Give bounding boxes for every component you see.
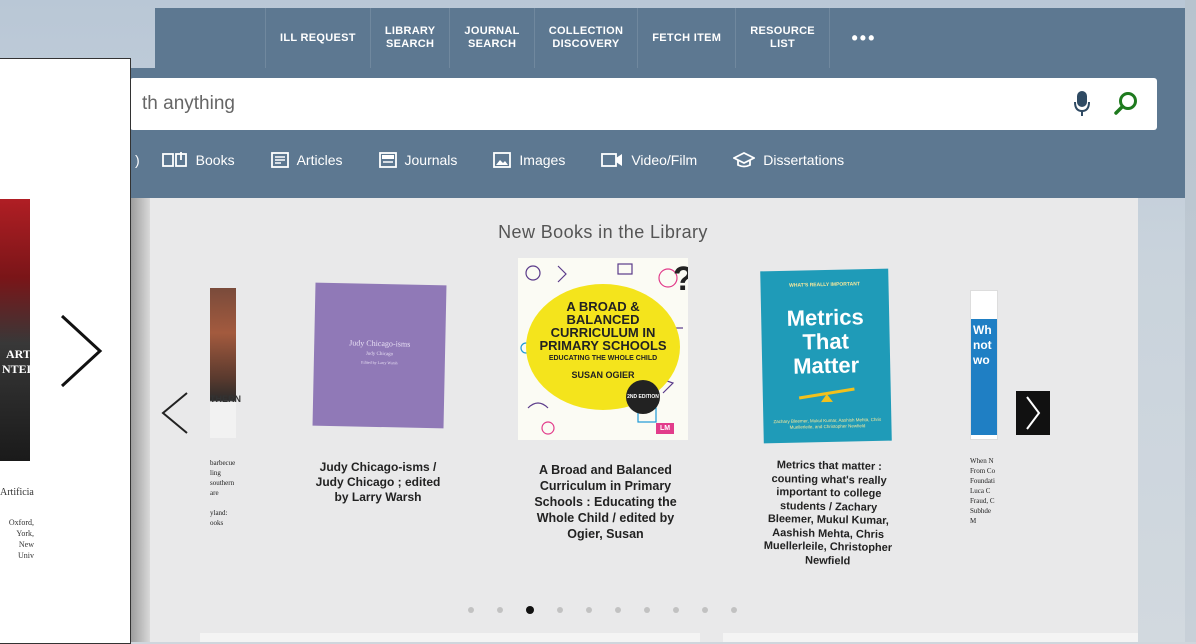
overlay-shadow <box>130 198 150 642</box>
filter-articles[interactable]: Articles <box>270 152 343 168</box>
overlay-cover-text-2: NTEL <box>2 362 35 376</box>
filter-images[interactable]: Images <box>493 152 565 168</box>
partial-cover-text: Wh not wo <box>973 323 992 367</box>
chevron-right-icon <box>1026 396 1041 430</box>
nav-library-search[interactable]: LIBRARY SEARCH <box>369 8 450 68</box>
overlay-next-button[interactable] <box>58 314 104 393</box>
carousel-dot[interactable] <box>673 607 679 613</box>
nav-collection-discovery[interactable]: COLLECTION DISCOVERY <box>533 8 638 68</box>
cover-author: Judy Chicago <box>365 351 394 358</box>
nav-more-button[interactable]: ••• <box>828 8 898 68</box>
cover-subtitle: EDUCATING THE WHOLE CHILD <box>548 355 658 362</box>
carousel-dot[interactable] <box>468 607 474 613</box>
partial-cover-text: THERN <box>210 394 241 404</box>
filter-video-film[interactable]: Video/Film <box>601 152 697 168</box>
filter-label: Video/Film <box>631 152 698 168</box>
partial-book-cover-right[interactable]: Wh not wo <box>970 290 998 440</box>
section-title: New Books in the Library <box>498 222 708 242</box>
image-icon <box>493 152 512 168</box>
chevron-left-icon <box>161 392 188 434</box>
window-edge <box>1185 0 1196 642</box>
book-caption-judy-chicago[interactable]: Judy Chicago-isms / Judy Chicago ; edite… <box>308 460 448 505</box>
carousel-dot[interactable] <box>702 607 708 613</box>
cover-top-text: WHAT'S REALLY IMPORTANT <box>789 281 860 289</box>
search-box[interactable]: th anything <box>130 78 1157 130</box>
cover-title: Metrics That Matter <box>786 304 864 379</box>
book-icon <box>161 152 187 167</box>
book-cover-metrics-that-matter[interactable]: WHAT'S REALLY IMPORTANT Metrics That Mat… <box>760 268 892 444</box>
cover-editor: Edited by Larry Warsh <box>361 359 398 366</box>
cover-title: Judy Chicago-isms <box>349 338 411 349</box>
filter-label: Journals <box>404 152 458 168</box>
graduation-cap-icon <box>733 152 756 168</box>
partial-book-cover-left[interactable]: THERN <box>210 288 241 438</box>
nav-ill-request[interactable]: ILL REQUEST <box>265 8 370 68</box>
book-caption-broad-balanced[interactable]: A Broad and Balanced Curriculum in Prima… <box>523 462 688 542</box>
journal-icon <box>378 152 397 168</box>
nav-resource-list[interactable]: RESOURCE LIST <box>735 8 829 68</box>
cover-title: A BROAD & BALANCED CURRICULUM IN PRIMARY… <box>539 299 667 353</box>
carousel-dot[interactable] <box>731 607 737 613</box>
overlay-caption-2: Oxford, York, New Univ <box>8 518 34 560</box>
search-input[interactable]: th anything <box>142 93 1067 115</box>
carousel-dot[interactable] <box>526 606 534 614</box>
filter-dissertations[interactable]: Dissertations <box>733 152 844 168</box>
article-icon <box>270 152 289 168</box>
video-camera-icon <box>601 153 623 167</box>
carousel-pagination <box>468 606 760 614</box>
carousel-dot[interactable] <box>586 607 592 613</box>
overlapping-window: ART NTEL Artificia Oxford, York, New Uni… <box>0 58 131 644</box>
overlay-cover-text-1: ART <box>6 347 31 361</box>
partial-book-cover-overlay[interactable] <box>0 199 30 461</box>
partial-book-caption-right: When N From Co Foundati Luca C Fraud, C … <box>970 457 996 525</box>
book-cover-broad-balanced[interactable]: ? A BROAD & BALANCED CURRICULUM IN PRIMA… <box>518 258 688 440</box>
bottom-panel-left <box>200 633 700 642</box>
carousel-dot[interactable] <box>557 607 563 613</box>
top-nav: ILL REQUEST LIBRARY SEARCH JOURNAL SEARC… <box>155 8 1185 68</box>
filter-label: Dissertations <box>763 152 845 168</box>
filter-label: Articles <box>296 152 343 168</box>
cover-author: SUSAN OGIER <box>571 370 635 380</box>
overlay-caption-1: Artificia <box>0 487 34 498</box>
edition-badge: 2ND EDITION <box>626 380 660 414</box>
publisher-logo: LM <box>656 423 674 434</box>
new-books-section: New Books in the Library THERN barbecue … <box>148 198 1138 642</box>
book-caption-metrics-that-matter[interactable]: Metrics that matter : counting what's re… <box>755 459 902 570</box>
cut-off-filter-icon: ) <box>135 152 140 168</box>
nav-journal-search[interactable]: JOURNAL SEARCH <box>449 8 533 68</box>
seesaw-illustration <box>798 387 855 403</box>
filter-label: Books <box>195 152 235 168</box>
bottom-panel-right <box>723 633 1138 642</box>
book-cover-judy-chicago[interactable]: Judy Chicago-isms Judy Chicago Edited by… <box>312 282 447 429</box>
filter-books[interactable]: Books <box>161 152 235 168</box>
carousel-dot[interactable] <box>497 607 503 613</box>
filter-label: Images <box>519 152 566 168</box>
library-page: ILL REQUEST LIBRARY SEARCH JOURNAL SEARC… <box>0 0 1196 644</box>
carousel-dot[interactable] <box>615 607 621 613</box>
nav-fetch-item[interactable]: FETCH ITEM <box>637 8 735 68</box>
partial-book-caption-left: barbecue ling southern are yland: ooks <box>210 459 236 527</box>
search-filters: ) Books Articles Journals Images Video/F… <box>135 145 880 175</box>
carousel-prev-button[interactable] <box>160 391 190 440</box>
svg-text:?: ? <box>673 260 688 298</box>
microphone-icon[interactable] <box>1067 84 1097 124</box>
chevron-right-icon <box>60 314 103 388</box>
carousel-dot[interactable] <box>644 607 650 613</box>
cover-authors: Zachary Bleemer, Mukul Kumar, Aashish Me… <box>773 416 882 430</box>
filter-journals[interactable]: Journals <box>378 152 458 168</box>
carousel-next-button[interactable] <box>1016 391 1050 435</box>
search-icon[interactable] <box>1111 84 1141 124</box>
